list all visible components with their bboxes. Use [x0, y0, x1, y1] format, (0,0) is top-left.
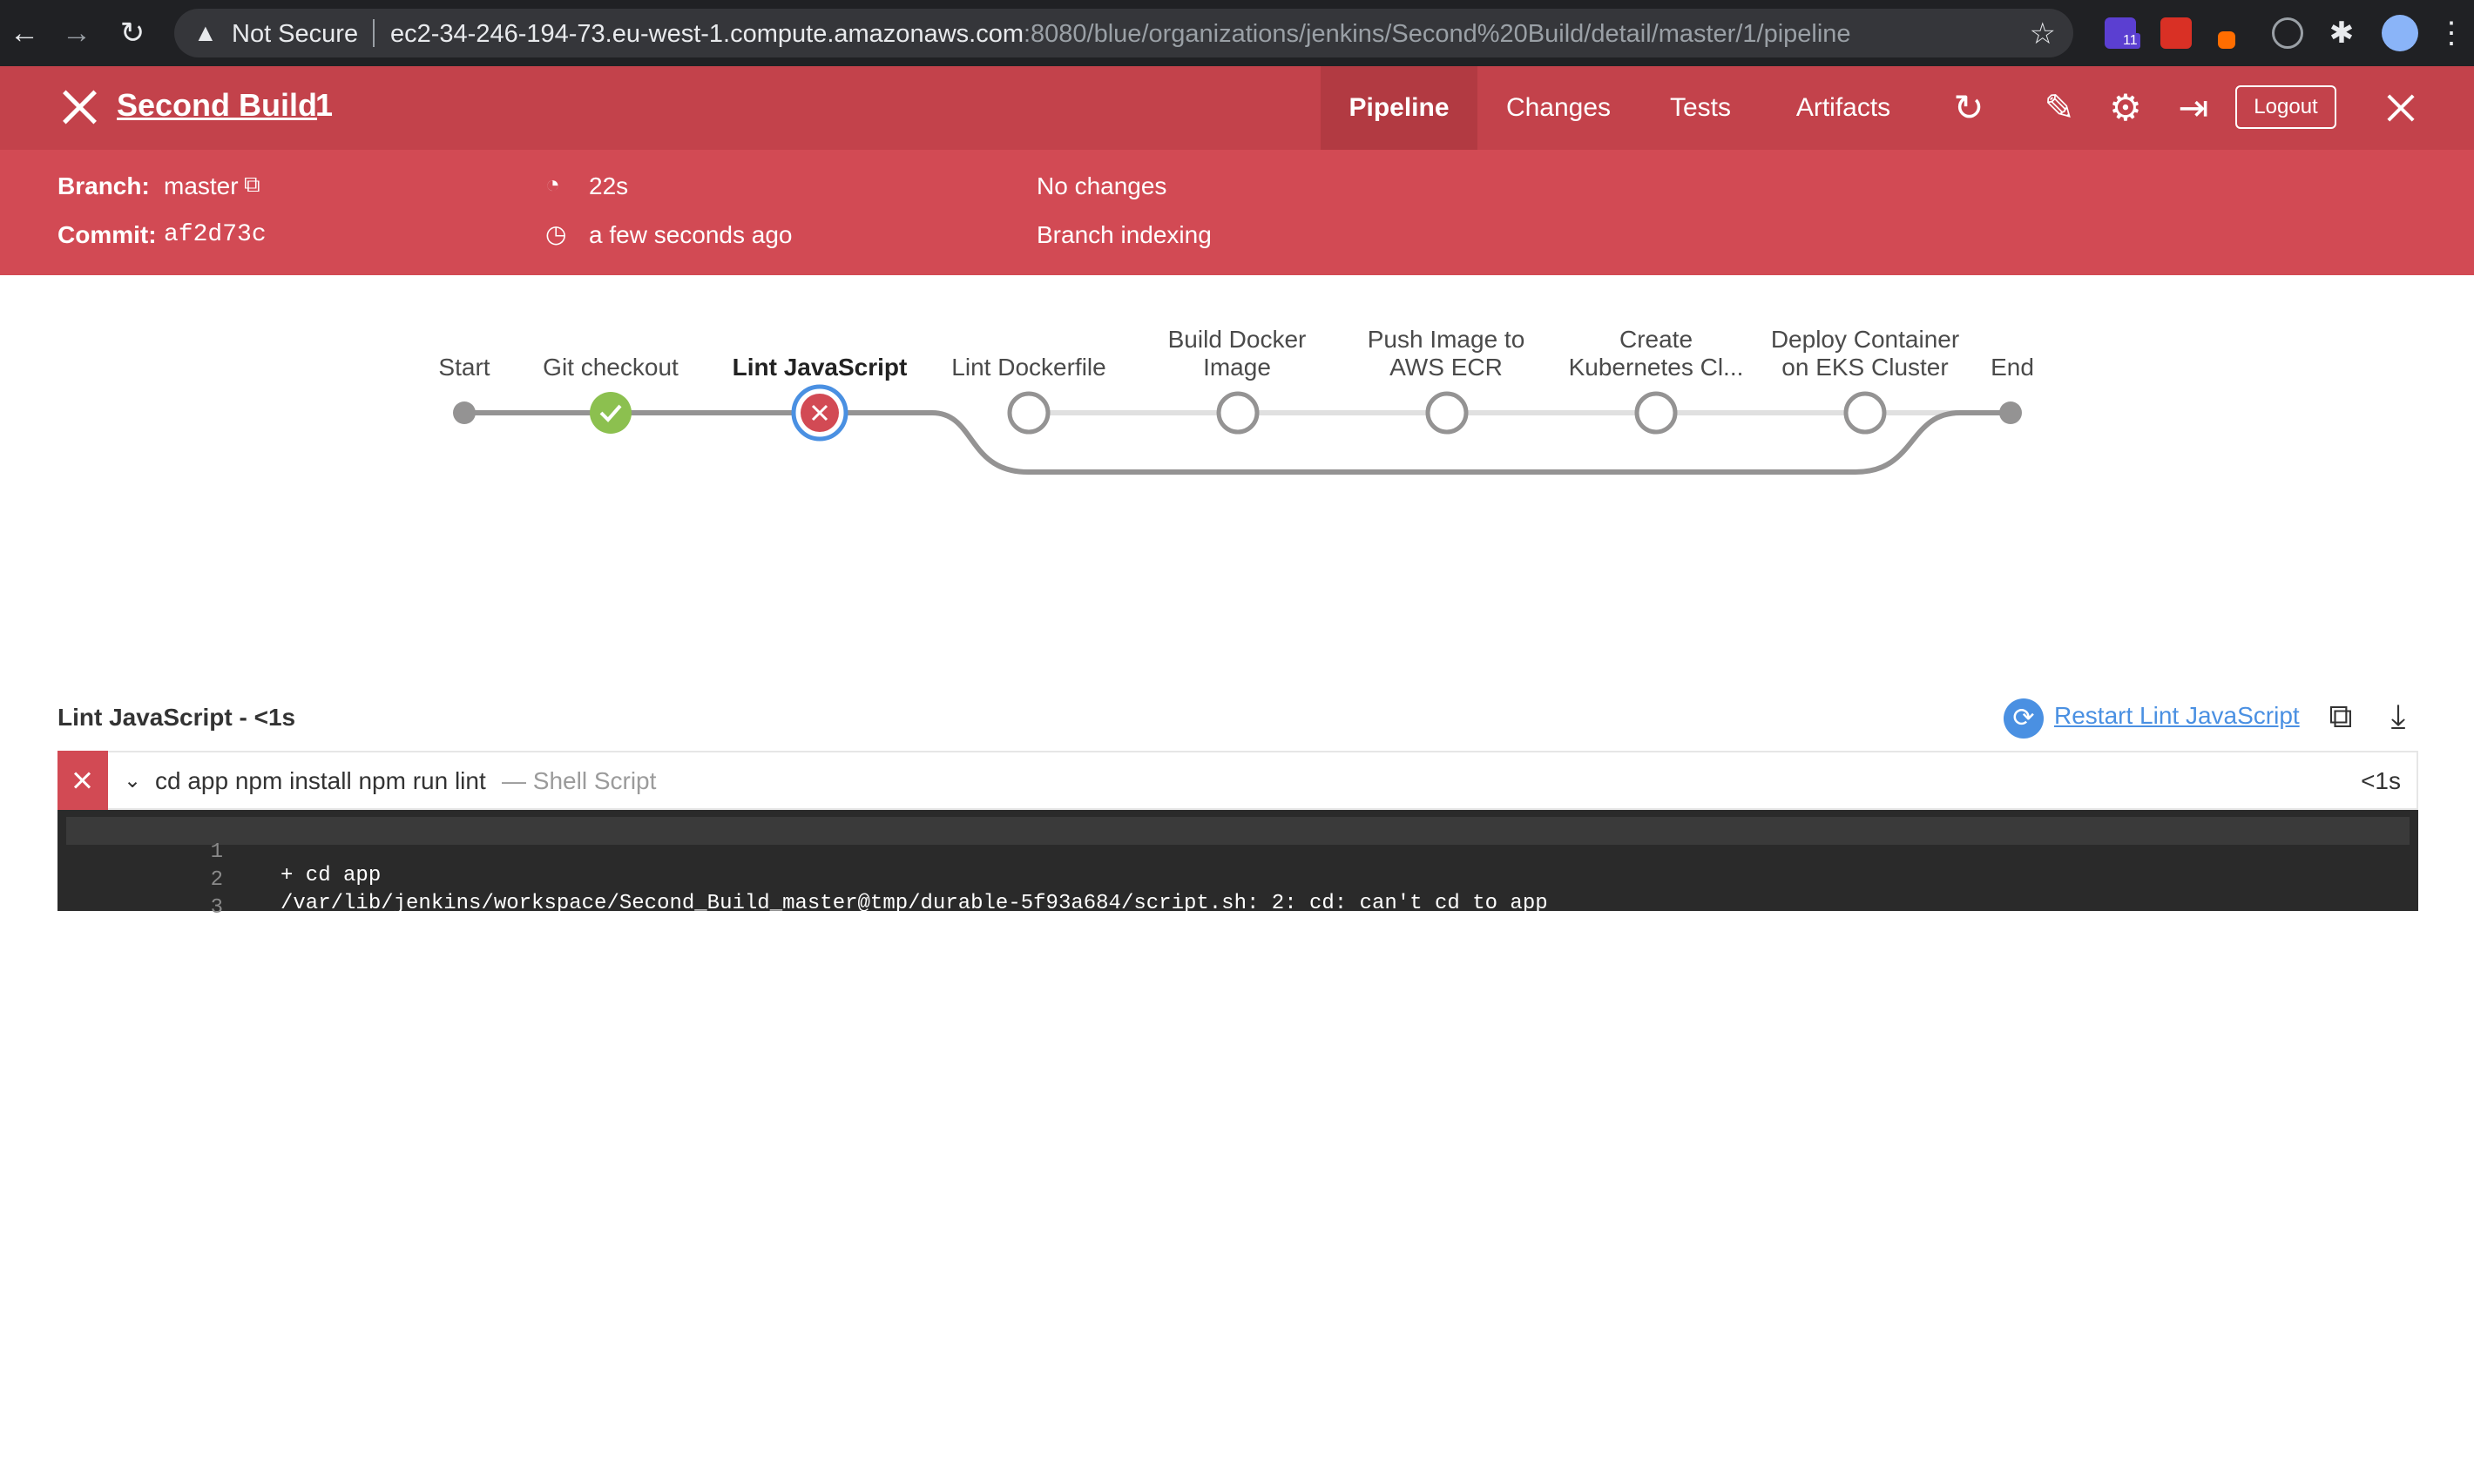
not-secure-label: Not Secure — [232, 20, 359, 48]
commit-label: Commit: — [57, 221, 157, 248]
restart-icon[interactable]: ⟳ — [2004, 698, 2044, 739]
changes-value: No changes — [1037, 172, 1167, 199]
puzzle-icon[interactable]: ✱ — [2324, 16, 2359, 51]
close-icon[interactable] — [57, 85, 101, 129]
rerun-icon[interactable]: ↻ — [1948, 87, 1990, 129]
stage-node-not-built[interactable] — [1634, 391, 1678, 435]
tab-pipeline[interactable]: Pipeline — [1321, 66, 1477, 150]
download-icon[interactable]: ⤓ — [2378, 697, 2418, 737]
pipeline-graph: Start Git checkout Lint JavaScript Lint … — [0, 275, 2474, 693]
log-line: 1 + cd app — [66, 817, 2410, 887]
started-value: a few seconds ago — [589, 221, 793, 248]
failed-step-icon — [57, 751, 108, 810]
open-external-icon[interactable]: ⧉ — [2321, 697, 2361, 737]
extension-badge: 11 — [2120, 33, 2140, 49]
branch-value: master — [164, 172, 239, 199]
log-text: script returned exit code 2 — [281, 920, 619, 943]
stage-node-success[interactable] — [590, 392, 632, 434]
tab-changes[interactable]: Changes — [1484, 66, 1632, 150]
logout-button[interactable]: Logout — [2235, 85, 2336, 129]
tab-tests[interactable]: Tests — [1638, 66, 1763, 150]
clock-icon: ◷ — [545, 220, 567, 247]
stage-node-not-built[interactable] — [1843, 391, 1887, 435]
duration-value: 22s — [589, 172, 629, 199]
stage-node-not-built[interactable] — [1007, 391, 1051, 435]
stage-node-not-built[interactable] — [1425, 391, 1469, 435]
forward-icon[interactable]: → — [59, 16, 94, 51]
warning-icon: ▲ — [193, 19, 218, 46]
run-header: Second Build 1 Pipeline Changes Tests Ar… — [0, 66, 2474, 150]
line-number[interactable]: 3 — [66, 896, 223, 920]
end-node — [1999, 401, 2022, 424]
reload-icon[interactable]: ↻ — [115, 16, 150, 51]
run-summary: Branch: master ⧉ Commit: af2d73c ◔ 22s ◷… — [0, 150, 2474, 275]
extension-icon[interactable] — [2272, 17, 2303, 49]
back-icon[interactable]: ← — [7, 16, 42, 51]
url-text[interactable]: ec2-34-246-194-73.eu-west-1.compute.amaz… — [390, 20, 1851, 49]
extension-icon[interactable] — [2218, 31, 2235, 49]
stage-node-not-built[interactable] — [1216, 391, 1260, 435]
pipeline-connectors — [453, 384, 2022, 475]
step-row[interactable]: ⌄ cd app npm install npm run lint — Shel… — [57, 751, 2418, 810]
duration-icon: ◔ — [545, 171, 560, 198]
tab-artifacts[interactable]: Artifacts — [1768, 66, 1918, 150]
commit-value: af2d73c — [164, 221, 267, 248]
url-divider — [373, 19, 375, 47]
log-line: 2 /var/lib/jenkins/workspace/Second_Buil… — [66, 845, 2410, 915]
external-link-icon[interactable]: ⧉ — [244, 171, 260, 199]
url-path: :8080/blue/organizations/jenkins/Second%… — [1023, 20, 1851, 48]
avatar[interactable] — [2382, 15, 2418, 51]
exit-icon[interactable]: ⇥ — [2173, 87, 2214, 129]
restart-stage-link[interactable]: Restart Lint JavaScript — [2054, 702, 2300, 730]
start-node — [453, 401, 476, 424]
extension-icon[interactable] — [2160, 17, 2192, 49]
step-duration: <1s — [2361, 767, 2401, 794]
log-line: 3 script returned exit code 2 — [66, 873, 2410, 943]
bookmark-star-icon[interactable]: ☆ — [2030, 17, 2056, 51]
close-icon[interactable] — [2383, 91, 2418, 125]
run-number: 1 — [315, 87, 334, 123]
cause-value: Branch indexing — [1037, 221, 1212, 248]
step-panel-title: Lint JavaScript - <1s — [57, 704, 296, 731]
chevron-down-icon[interactable]: ⌄ — [124, 768, 141, 793]
browser-toolbar: ← → ↻ ▲ Not Secure ec2-34-246-194-73.eu-… — [0, 0, 2474, 66]
address-bar[interactable]: ▲ Not Secure ec2-34-246-194-73.eu-west-1… — [174, 9, 2073, 57]
step-type: — Shell Script — [502, 767, 657, 794]
url-host: ec2-34-246-194-73.eu-west-1.compute.amaz… — [390, 20, 1024, 48]
menu-icon[interactable]: ⋮ — [2434, 16, 2469, 51]
job-name-link[interactable]: Second Build — [117, 87, 317, 124]
extension-icon[interactable]: 11 — [2105, 17, 2140, 49]
gear-icon[interactable]: ⚙ — [2105, 87, 2146, 129]
step-command: cd app npm install npm run lint — [155, 767, 486, 794]
console-log: 1 + cd app 2 /var/lib/jenkins/workspace/… — [57, 810, 2418, 943]
branch-label: Branch: — [57, 172, 150, 199]
edit-icon[interactable]: ✎ — [2038, 87, 2080, 129]
